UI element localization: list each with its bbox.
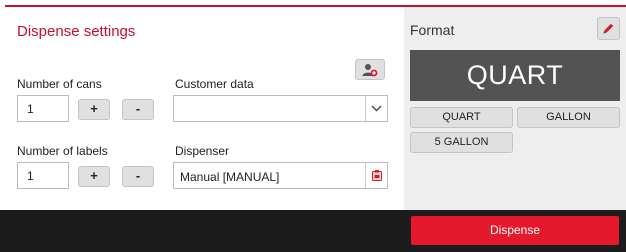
cans-plus-button[interactable]: + bbox=[78, 99, 110, 120]
edit-format-button[interactable] bbox=[597, 17, 620, 40]
format-option-quart[interactable]: QUART bbox=[410, 107, 513, 128]
number-of-labels-label: Number of labels bbox=[17, 144, 108, 158]
add-customer-icon bbox=[362, 63, 378, 76]
dispense-button[interactable]: Dispense bbox=[411, 216, 619, 245]
number-of-cans-input[interactable]: 1 bbox=[17, 95, 69, 122]
current-format-display: QUART bbox=[410, 50, 620, 101]
format-option-gallon[interactable]: GALLON bbox=[517, 107, 620, 128]
number-of-labels-input[interactable]: 1 bbox=[17, 162, 69, 189]
format-panel: Format QUART QUART GALLON 5 GALLON bbox=[404, 5, 626, 210]
number-of-cans-label: Number of cans bbox=[17, 77, 102, 91]
format-title: Format bbox=[410, 22, 455, 38]
customer-data-label: Customer data bbox=[175, 77, 254, 91]
dispenser-picker-button[interactable] bbox=[365, 163, 387, 188]
dispenser-label: Dispenser bbox=[175, 144, 230, 158]
chevron-down-icon bbox=[371, 105, 382, 112]
dispenser-icon bbox=[371, 170, 382, 181]
dispenser-select[interactable]: Manual [MANUAL] bbox=[173, 162, 388, 189]
pencil-icon bbox=[603, 23, 614, 34]
dispenser-value: Manual [MANUAL] bbox=[180, 170, 280, 184]
format-option-5-gallon[interactable]: 5 GALLON bbox=[410, 132, 513, 153]
add-customer-button[interactable] bbox=[355, 59, 385, 80]
customer-data-select[interactable] bbox=[173, 95, 388, 122]
dispense-settings-title: Dispense settings bbox=[17, 23, 136, 40]
labels-minus-button[interactable]: - bbox=[122, 166, 154, 187]
customer-data-dropdown-toggle[interactable] bbox=[365, 96, 387, 121]
dispense-settings-panel: Dispense settings Number of cans 1 + - C… bbox=[5, 5, 404, 210]
labels-plus-button[interactable]: + bbox=[78, 166, 110, 187]
cans-minus-button[interactable]: - bbox=[122, 99, 154, 120]
